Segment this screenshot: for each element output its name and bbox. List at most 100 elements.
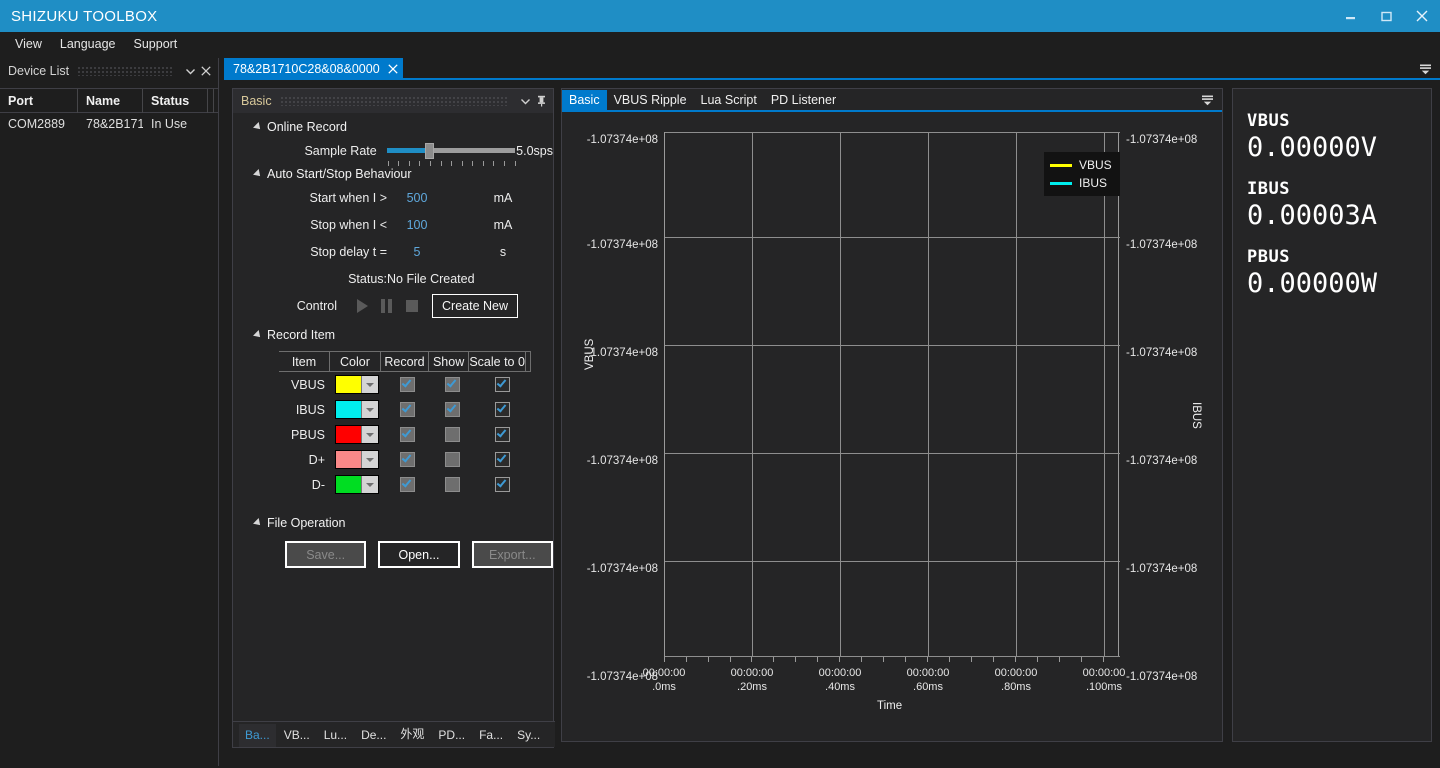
table-row[interactable]: D+ xyxy=(279,447,531,472)
record-checkbox[interactable] xyxy=(400,427,415,442)
pause-icon[interactable] xyxy=(381,299,393,313)
chart-tab-overflow-button[interactable] xyxy=(1199,92,1215,108)
show-checkbox[interactable] xyxy=(445,452,460,467)
tab-device[interactable]: De... xyxy=(355,724,392,747)
group-record-item[interactable]: Record Item xyxy=(233,325,553,345)
scale-checkbox[interactable] xyxy=(495,377,510,392)
export-button[interactable]: Export... xyxy=(472,541,553,568)
color-picker[interactable] xyxy=(335,400,379,419)
cell-scale[interactable] xyxy=(473,472,531,497)
scale-checkbox[interactable] xyxy=(495,427,510,442)
table-row[interactable]: IBUS xyxy=(279,397,531,422)
play-icon[interactable] xyxy=(357,299,368,313)
column-header-record[interactable]: Record xyxy=(381,352,429,372)
panel-close-button[interactable] xyxy=(198,62,214,80)
tab-basic[interactable]: Ba... xyxy=(239,724,276,747)
open-button[interactable]: Open... xyxy=(378,541,459,568)
show-checkbox[interactable] xyxy=(445,377,460,392)
record-checkbox[interactable] xyxy=(400,377,415,392)
minimize-button[interactable] xyxy=(1332,0,1368,32)
document-tab-device[interactable]: 78&2B1710C28&08&0000 xyxy=(224,58,403,80)
table-row[interactable]: D- xyxy=(279,472,531,497)
stop-when-input[interactable]: 100 xyxy=(395,218,439,232)
stop-delay-input[interactable]: 5 xyxy=(395,245,439,259)
column-header-show[interactable]: Show xyxy=(429,352,469,372)
cell-color[interactable] xyxy=(331,372,383,397)
color-dropdown-button[interactable] xyxy=(361,376,378,393)
panel-menu-button[interactable] xyxy=(182,62,198,80)
tool-panel-pin-button[interactable] xyxy=(533,92,549,110)
group-online-record[interactable]: Online Record xyxy=(233,117,553,137)
menu-item-support[interactable]: Support xyxy=(125,34,187,54)
color-dropdown-button[interactable] xyxy=(361,476,378,493)
cell-show[interactable] xyxy=(432,422,473,447)
create-new-button[interactable]: Create New xyxy=(432,294,518,318)
table-row[interactable]: VBUS xyxy=(279,372,531,397)
cell-color[interactable] xyxy=(331,447,383,472)
show-checkbox[interactable] xyxy=(445,402,460,417)
cell-show[interactable] xyxy=(432,447,473,472)
cell-show[interactable] xyxy=(432,397,473,422)
cell-color[interactable] xyxy=(331,397,383,422)
cell-record[interactable] xyxy=(383,397,432,422)
record-checkbox[interactable] xyxy=(400,452,415,467)
cell-record[interactable] xyxy=(383,447,432,472)
menu-item-view[interactable]: View xyxy=(6,34,51,54)
group-auto-start-stop[interactable]: Auto Start/Stop Behaviour xyxy=(233,164,553,184)
slider-thumb[interactable] xyxy=(425,143,434,159)
tab-overflow-button[interactable] xyxy=(1416,60,1434,78)
cell-scale[interactable] xyxy=(473,372,531,397)
tab-appearance[interactable]: 外观 xyxy=(394,721,430,747)
cell-color[interactable] xyxy=(331,422,383,447)
color-picker[interactable] xyxy=(335,425,379,444)
color-picker[interactable] xyxy=(335,475,379,494)
cell-show[interactable] xyxy=(432,472,473,497)
show-checkbox[interactable] xyxy=(445,477,460,492)
tab-basic[interactable]: Basic xyxy=(562,90,607,110)
scale-checkbox[interactable] xyxy=(495,402,510,417)
maximize-button[interactable] xyxy=(1368,0,1404,32)
stop-icon[interactable] xyxy=(406,300,418,312)
cell-scale[interactable] xyxy=(473,422,531,447)
column-header-scale-to-0[interactable]: Scale to 0 xyxy=(469,352,526,372)
tab-lua-script[interactable]: Lu... xyxy=(318,724,353,747)
group-file-operation[interactable]: File Operation xyxy=(233,513,553,533)
menu-item-language[interactable]: Language xyxy=(51,34,125,54)
cell-scale[interactable] xyxy=(473,447,531,472)
cell-record[interactable] xyxy=(383,422,432,447)
color-dropdown-button[interactable] xyxy=(361,451,378,468)
plot-area[interactable]: -1.07374e+08 -1.07374e+08 -1.07374e+08 -… xyxy=(562,112,1222,739)
document-tab-close-icon[interactable] xyxy=(388,64,398,74)
tab-system[interactable]: Sy... xyxy=(511,724,546,747)
tab-pd-listener[interactable]: PD Listener xyxy=(764,90,843,110)
tool-panel-menu-button[interactable] xyxy=(517,92,533,110)
table-row[interactable]: PBUS xyxy=(279,422,531,447)
cell-color[interactable] xyxy=(331,472,383,497)
cell-scale[interactable] xyxy=(473,397,531,422)
scale-checkbox[interactable] xyxy=(495,452,510,467)
tab-vbus-ripple[interactable]: VB... xyxy=(278,724,316,747)
cell-record[interactable] xyxy=(383,372,432,397)
table-row[interactable]: COM2889 78&2B1710 In Use xyxy=(0,113,219,135)
start-when-input[interactable]: 500 xyxy=(395,191,439,205)
tab-lua-script[interactable]: Lua Script xyxy=(694,90,764,110)
record-checkbox[interactable] xyxy=(400,402,415,417)
color-picker[interactable] xyxy=(335,375,379,394)
column-header-port[interactable]: Port xyxy=(0,89,78,113)
show-checkbox[interactable] xyxy=(445,427,460,442)
tab-pd[interactable]: PD... xyxy=(432,724,471,747)
column-header-item[interactable]: Item xyxy=(279,352,330,372)
scale-checkbox[interactable] xyxy=(495,477,510,492)
column-header-color[interactable]: Color xyxy=(330,352,381,372)
color-dropdown-button[interactable] xyxy=(361,426,378,443)
tab-vbus-ripple[interactable]: VBUS Ripple xyxy=(607,90,694,110)
cell-record[interactable] xyxy=(383,472,432,497)
save-button[interactable]: Save... xyxy=(285,541,366,568)
sample-rate-slider[interactable] xyxy=(387,140,506,162)
color-picker[interactable] xyxy=(335,450,379,469)
color-dropdown-button[interactable] xyxy=(361,401,378,418)
column-header-name[interactable]: Name xyxy=(78,89,143,113)
column-header-status[interactable]: Status xyxy=(143,89,208,113)
record-checkbox[interactable] xyxy=(400,477,415,492)
cell-show[interactable] xyxy=(432,372,473,397)
